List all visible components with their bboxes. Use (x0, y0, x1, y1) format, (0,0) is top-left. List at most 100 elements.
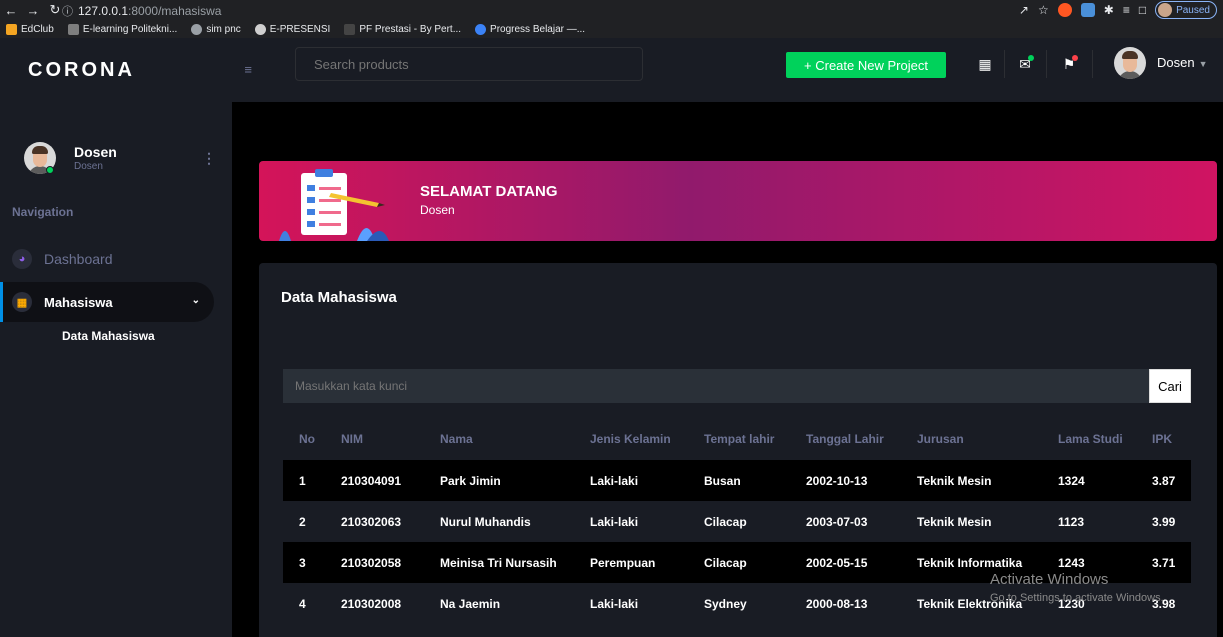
table-cell: Laki-laki (574, 501, 688, 542)
search-input[interactable] (295, 47, 643, 81)
caret-down-icon: ▼ (1198, 59, 1208, 69)
table-cell: 210302008 (325, 583, 424, 624)
bookmark-progress-belajar[interactable]: Progress Belajar —... (475, 23, 585, 35)
table-cell: Park Jimin (424, 460, 574, 501)
sidebar-subitem-data-mahasiswa[interactable]: Data Mahasiswa (62, 329, 155, 343)
edclub-icon (6, 23, 17, 35)
column-header: IPK (1152, 432, 1173, 446)
grid-icon[interactable]: ▦ (973, 52, 997, 76)
share-icon[interactable]: ↗ (1019, 3, 1029, 17)
user-avatar[interactable] (1114, 47, 1146, 79)
pf-prestasi-icon (344, 23, 356, 35)
column-header: Nama (440, 432, 473, 446)
bookmarks-bar: EdClub E-learning Politekni... sim pnc E… (0, 20, 1223, 38)
table-cell: 2000-08-13 (790, 583, 901, 624)
table-cell: 3.87 (1136, 460, 1191, 501)
top-navbar: ≡ + Create New Project ▦ ✉ ⚑ Dosen▼ (232, 38, 1223, 102)
epresensi-icon (254, 23, 266, 35)
progress-belajar-icon (475, 23, 487, 35)
side-panel-icon[interactable]: □ (1139, 3, 1146, 17)
welcome-banner: SELAMAT DATANG Dosen (259, 161, 1217, 241)
column-header: Lama Studi (1058, 432, 1123, 446)
bookmark-pf-prestasi[interactable]: PF Prestasi - By Pert... (344, 23, 461, 35)
bookmark-epresensi[interactable]: E-PRESENSI (254, 23, 330, 35)
profile-paused-button[interactable]: Paused (1155, 1, 1217, 19)
table-cell: 2 (283, 501, 325, 542)
sidebar-item-label: Dashboard (44, 251, 113, 267)
extensions-puzzle-icon[interactable]: ✱ (1104, 3, 1114, 17)
bookmark-edclub[interactable]: EdClub (6, 23, 54, 35)
table-header-row: No NIM Nama Jenis Kelamin Tempat lahir T… (283, 418, 1191, 460)
profile-avatar-icon (1158, 3, 1173, 17)
forward-icon[interactable]: → (22, 0, 44, 20)
table-cell: Cilacap (688, 501, 790, 542)
table-cell: 3.99 (1136, 501, 1191, 542)
sidebar-item-mahasiswa[interactable]: ▦ Mahasiswa ⌄ (0, 282, 214, 322)
table-row[interactable]: 1 210304091 Park Jimin Laki-laki Busan 2… (283, 460, 1191, 501)
column-header: Tempat lahir (704, 432, 775, 446)
column-header: Tanggal Lahir (806, 432, 884, 446)
table-cell: Na Jaemin (424, 583, 574, 624)
table-cell: 210302063 (325, 501, 424, 542)
table-row[interactable]: 2 210302063 Nurul Muhandis Laki-laki Cil… (283, 501, 1191, 542)
url-host: 127.0.0.1 (78, 3, 129, 18)
table-cell: Teknik Mesin (901, 460, 1042, 501)
table-cell: 2002-05-15 (790, 542, 901, 583)
menu-toggle-icon[interactable]: ≡ (232, 62, 252, 77)
table-cell: Busan (688, 460, 790, 501)
table-cell: 210302058 (325, 542, 424, 583)
clipboard-illustration-icon (279, 169, 389, 241)
online-status-icon (46, 166, 54, 174)
column-header: Jenis Kelamin (590, 432, 671, 446)
table-cell: Teknik Mesin (901, 501, 1042, 542)
bookmark-sim-pnc[interactable]: sim pnc (191, 23, 241, 35)
bookmark-star-icon[interactable]: ☆ (1038, 3, 1049, 17)
activate-windows-watermark: Activate Windows Go to Settings to activ… (990, 571, 1164, 607)
reading-list-icon[interactable]: ≡ (1123, 3, 1130, 17)
column-header: NIM (341, 432, 363, 446)
nav-caption: Navigation (12, 205, 74, 219)
site-info-icon[interactable]: ⓘ (62, 3, 73, 19)
profile-menu-icon[interactable]: ⋮ (202, 150, 216, 167)
table-cell: 210304091 (325, 460, 424, 501)
column-header: Jurusan (917, 432, 964, 446)
table-cell: 1 (283, 460, 325, 501)
mail-icon[interactable]: ✉ (1013, 52, 1037, 76)
table-cell: 3 (283, 542, 325, 583)
bell-icon[interactable]: ⚑ (1057, 52, 1081, 76)
opera-extension-icon[interactable] (1057, 3, 1072, 17)
keyword-input[interactable] (283, 369, 1149, 403)
table-cell: Nurul Muhandis (424, 501, 574, 542)
brand-logo[interactable]: CORONA (0, 38, 232, 102)
back-icon[interactable]: ← (0, 0, 22, 20)
table-cell: 1324 (1042, 460, 1136, 501)
user-menu[interactable]: Dosen ▼ (1157, 55, 1208, 70)
speedometer-icon: ◕ (12, 249, 32, 269)
table-cell: Sydney (688, 583, 790, 624)
profile-role: Dosen (74, 161, 103, 172)
profile-name: Dosen (74, 144, 117, 160)
table-cell: 2003-07-03 (790, 501, 901, 542)
table-cell: 1123 (1042, 501, 1136, 542)
extension-icon[interactable] (1080, 3, 1095, 17)
create-project-button[interactable]: + Create New Project (786, 52, 946, 78)
welcome-title: SELAMAT DATANG (420, 183, 558, 200)
paused-label: Paused (1176, 4, 1210, 16)
watermark-subtitle: Go to Settings to activate Windows. (990, 592, 1164, 604)
watermark-title: Activate Windows (990, 571, 1109, 588)
column-header: No (299, 432, 315, 446)
search-button[interactable]: Cari (1149, 369, 1191, 403)
address-bar[interactable]: ⓘ 127.0.0.1:8000/mahasiswa (62, 2, 882, 19)
elearning-icon (67, 23, 79, 35)
sidebar-item-dashboard[interactable]: ◕ Dashboard (12, 249, 113, 269)
sidebar-item-label: Mahasiswa (44, 294, 113, 310)
table-cell: Cilacap (688, 542, 790, 583)
bookmark-elearning[interactable]: E-learning Politekni... (67, 23, 177, 35)
sidebar-profile: Dosen Dosen (24, 142, 117, 174)
card-title: Data Mahasiswa (281, 289, 397, 306)
table-cell: Meinisa Tri Nursasih (424, 542, 574, 583)
browser-chrome: ← → ↻ ⓘ 127.0.0.1:8000/mahasiswa ↗ ☆ ✱ ≡… (0, 0, 1223, 38)
welcome-subtitle: Dosen (420, 203, 455, 217)
table-cell: 4 (283, 583, 325, 624)
url-path: :8000/mahasiswa (128, 3, 222, 18)
